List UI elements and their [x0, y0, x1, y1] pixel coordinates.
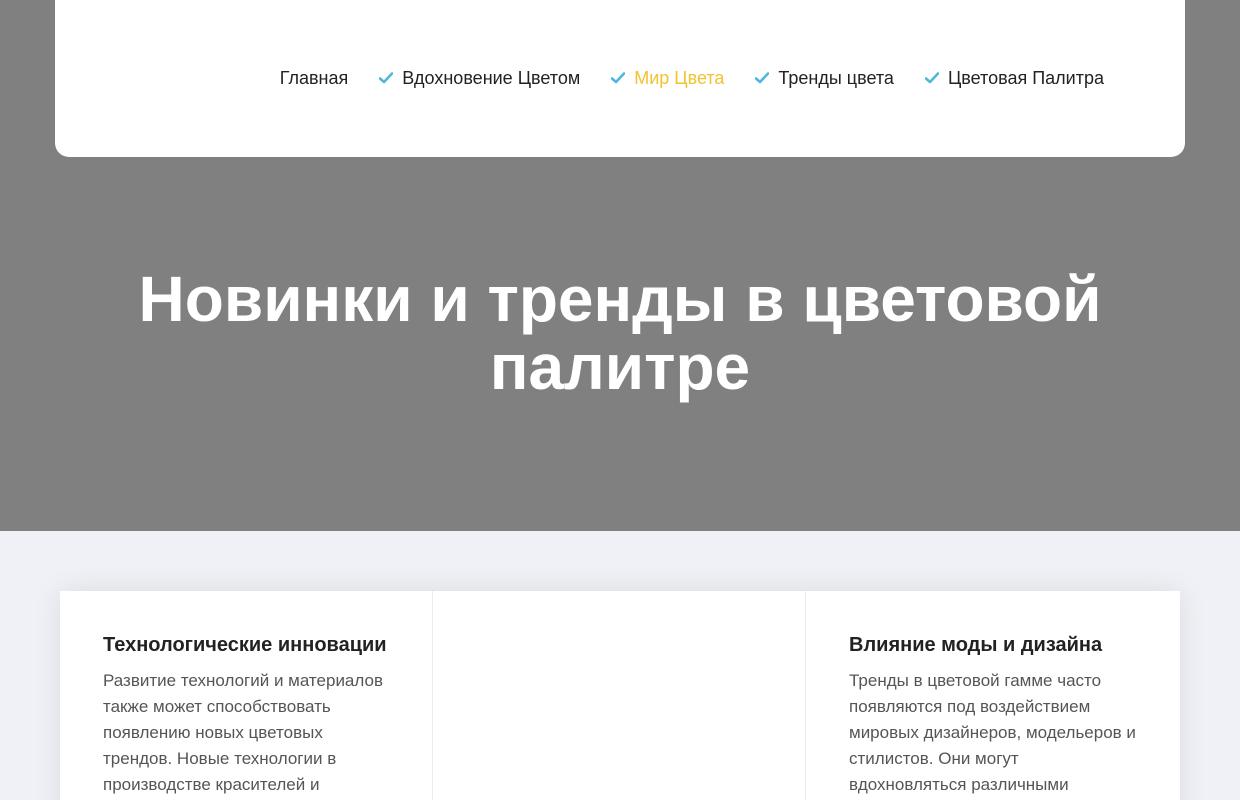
card-title: Технологические инновации	[103, 634, 387, 656]
check-icon	[379, 72, 394, 84]
nav-item-color-palette[interactable]: Цветовая Палитра	[924, 67, 1104, 89]
nav-item-label: Цветовая Палитра	[947, 67, 1104, 88]
check-icon	[924, 72, 939, 84]
nav-item-label: Главная	[279, 67, 349, 88]
feature-card-fashion: Влияние моды и дизайна Тренды в цветовой…	[806, 591, 1180, 800]
hero-title: Новинки и тренды в цветовой палитре	[138, 263, 1102, 403]
nav-item-color-world[interactable]: Мир Цвета	[611, 68, 724, 89]
nav-item-color-trends[interactable]: Тренды цвета	[755, 68, 894, 89]
card-text: Тренды в цветовой гамме часто появляются…	[849, 671, 1136, 794]
site-header: Главная Вдохновение Цветом Мир Цвета Тре…	[55, 0, 1185, 157]
feature-card-middle	[433, 591, 806, 800]
nav-item-home[interactable]: Главная	[280, 68, 349, 89]
main-nav: Главная Вдохновение Цветом Мир Цвета Тре…	[280, 66, 1104, 90]
check-icon	[755, 72, 770, 84]
nav-item-color-inspiration[interactable]: Вдохновение Цветом	[379, 68, 580, 89]
feature-card-tech: Технологические инновации Развитие техно…	[60, 591, 433, 800]
nav-item-label: Вдохновение Цветом	[402, 67, 581, 88]
card-title: Влияние моды и дизайна	[849, 634, 1103, 656]
nav-item-label: Тренды цвета	[778, 67, 894, 88]
nav-item-label: Мир Цвета	[634, 67, 725, 88]
check-icon	[611, 72, 626, 84]
card-text: Развитие технологий и материалов также м…	[103, 671, 383, 794]
feature-cards: Технологические инновации Развитие техно…	[60, 591, 1180, 800]
